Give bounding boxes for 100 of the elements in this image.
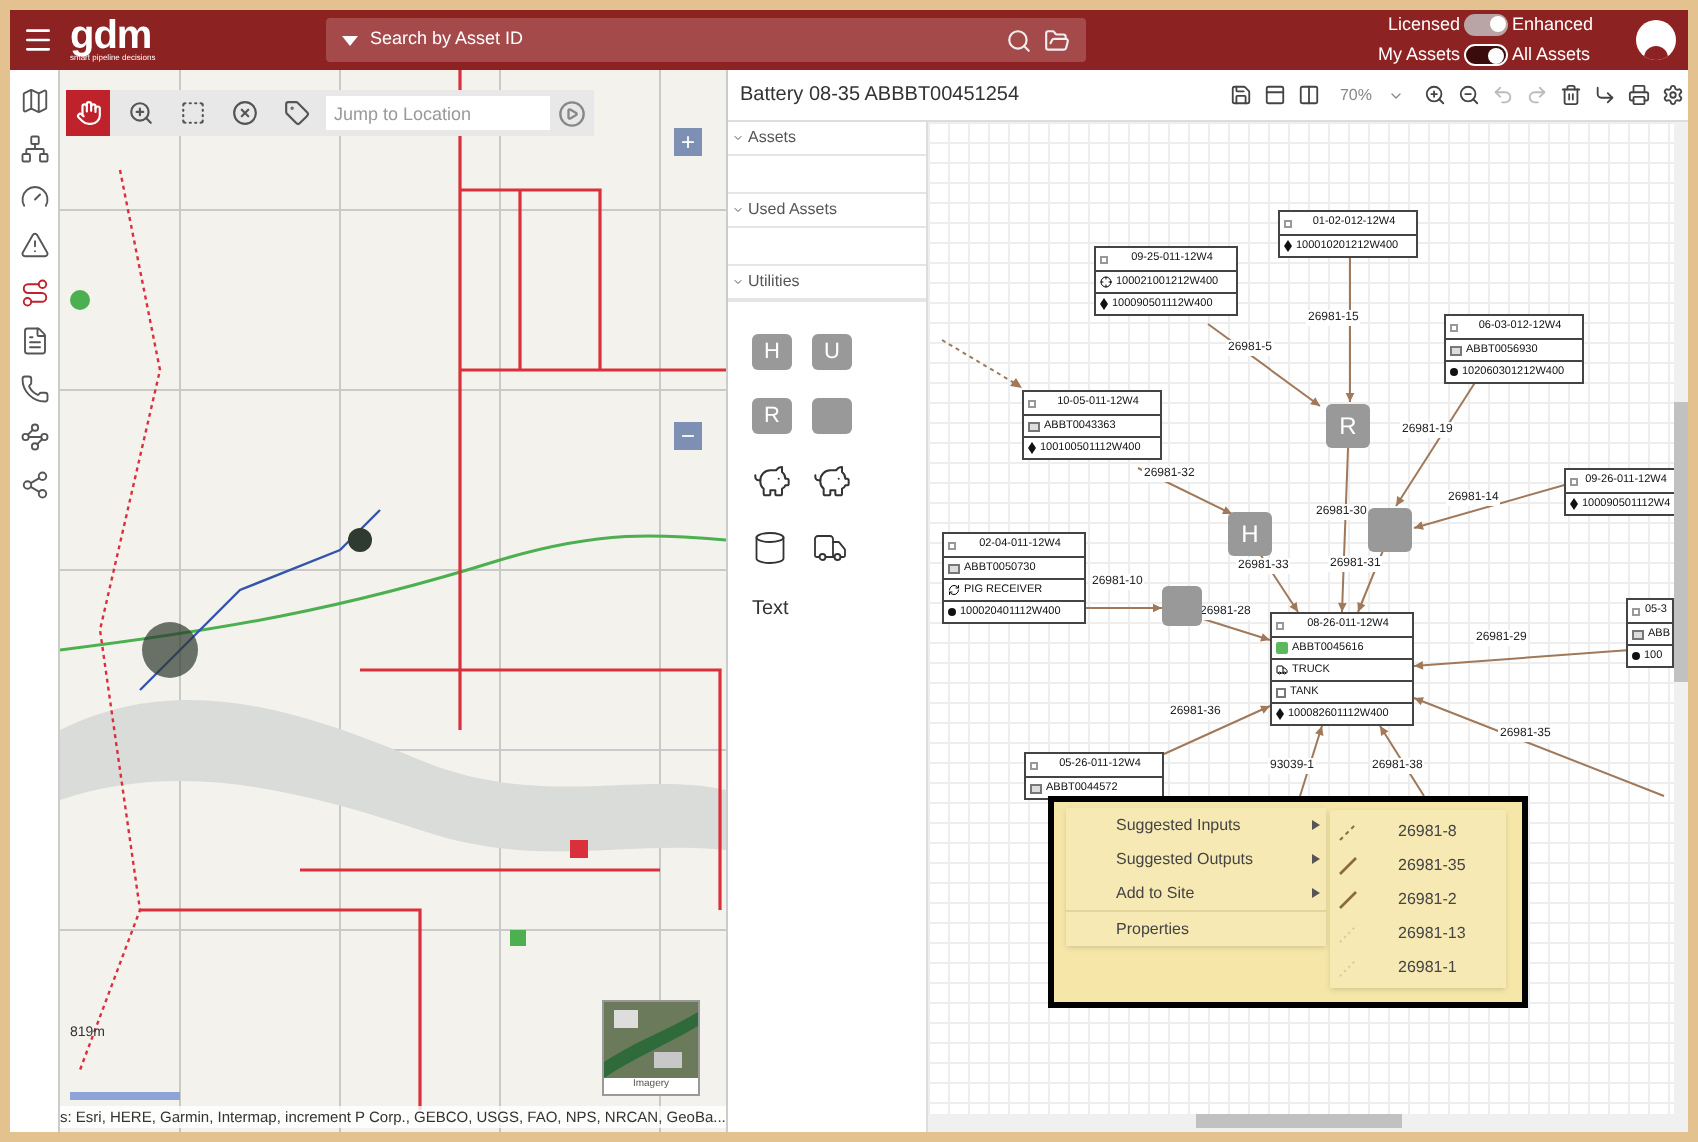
menu-item[interactable]: Suggested Outputs [1066, 842, 1326, 876]
utility-tile[interactable] [812, 398, 852, 434]
caret-icon [342, 35, 358, 45]
gauge-icon[interactable] [19, 182, 49, 212]
chevron-down-icon [732, 132, 744, 144]
battery-icon [1276, 642, 1288, 654]
tank-icon[interactable] [752, 530, 788, 566]
zoom-out-icon[interactable] [1458, 84, 1480, 106]
well-icon [1100, 298, 1108, 310]
meter-icon [1028, 421, 1040, 431]
clear-icon [231, 100, 257, 126]
connector-icon[interactable] [1594, 84, 1616, 106]
text-tool[interactable]: Text [752, 594, 872, 624]
go-icon[interactable] [558, 99, 586, 127]
scale-bar [70, 1092, 180, 1100]
menu-item[interactable]: Suggested Inputs [1066, 808, 1326, 842]
pig-icon[interactable] [812, 462, 852, 502]
tag-icon [283, 100, 309, 126]
search-field[interactable]: Search by Asset ID [326, 18, 1086, 62]
search-input[interactable]: Search by Asset ID [370, 26, 994, 54]
phone-icon[interactable] [19, 374, 49, 404]
submenu-arrow-icon [1312, 888, 1320, 898]
connector-arrow [1163, 705, 1271, 755]
select-box-icon [179, 100, 205, 126]
vertical-scrollbar[interactable] [1674, 122, 1688, 1114]
node-icon [1028, 399, 1036, 407]
tank-icon [1276, 687, 1286, 697]
map-icon[interactable] [19, 86, 49, 116]
section-header[interactable]: Assets [728, 122, 926, 156]
location-field[interactable]: Jump to Location [326, 96, 550, 130]
section-header[interactable]: Used Assets [728, 194, 926, 228]
preview-icon[interactable] [1263, 84, 1286, 106]
route-icon[interactable] [19, 278, 49, 308]
folder-icon[interactable] [1044, 27, 1070, 53]
menu-item[interactable]: 26981-8 [1330, 814, 1506, 848]
well-icon [1570, 498, 1578, 510]
submenu-arrow-icon [1312, 854, 1320, 864]
submenu-arrow-icon [1312, 820, 1320, 830]
utility-node[interactable] [1368, 508, 1412, 552]
pig-icon[interactable] [752, 462, 792, 502]
meter-icon [1030, 783, 1042, 793]
toggle-label: My Assets [1377, 42, 1460, 68]
diagram-title: Battery 08-35 ABBBT00451254 [740, 82, 1022, 110]
chevron-down-icon [732, 204, 744, 216]
print-icon[interactable] [1628, 84, 1650, 106]
save-icon[interactable] [1229, 84, 1252, 106]
horizontal-scrollbar[interactable] [928, 1114, 1688, 1132]
node-icon [1284, 219, 1292, 227]
meter-icon [1450, 345, 1462, 355]
menu-item[interactable]: Add to Site [1066, 876, 1326, 910]
node-icon [1030, 761, 1038, 769]
logo: gdm [70, 18, 152, 54]
well-icon [1284, 240, 1292, 252]
node-icon [1570, 477, 1578, 485]
network-icon[interactable] [19, 134, 49, 164]
section-header[interactable]: Utilities [728, 266, 926, 300]
waypoints-icon[interactable] [19, 422, 49, 452]
document-icon[interactable] [19, 326, 49, 356]
node-icon [1100, 255, 1108, 263]
menu-icon[interactable] [22, 24, 54, 56]
dashed-connector [941, 339, 1022, 388]
pig-icon [948, 584, 960, 596]
utility-node[interactable] [1162, 586, 1202, 626]
crosshair-icon [1100, 276, 1112, 288]
meter-icon [1632, 629, 1644, 639]
node-icon [1276, 621, 1284, 629]
connector-arrow [1085, 603, 1163, 613]
menu-item[interactable]: 26981-13 [1330, 916, 1506, 950]
menu-item[interactable]: 26981-35 [1330, 848, 1506, 882]
warning-icon[interactable] [19, 230, 49, 260]
zoom-in-icon [127, 100, 153, 126]
section-label: Assets [748, 126, 797, 150]
delete-icon[interactable] [1560, 84, 1582, 106]
basemap-preview-icon [604, 1002, 698, 1078]
well-icon [1276, 708, 1284, 720]
zoom-select[interactable]: 70% [1331, 83, 1412, 107]
avatar[interactable] [1636, 20, 1676, 60]
truck-icon[interactable] [812, 530, 848, 566]
chevron-down-icon [732, 276, 744, 288]
toggle-switch[interactable] [1464, 44, 1508, 67]
menu-item[interactable]: Properties [1066, 912, 1326, 946]
hand-icon [75, 100, 101, 126]
node-icon [948, 541, 956, 549]
section-label: Utilities [748, 270, 800, 294]
menu-item[interactable]: 26981-2 [1330, 882, 1506, 916]
toggle-label: All Assets [1512, 42, 1593, 68]
node-icon [1450, 323, 1458, 331]
well-icon [1028, 442, 1036, 454]
menu-item[interactable]: 26981-1 [1330, 950, 1506, 984]
search-icon[interactable] [1006, 27, 1032, 53]
section-label: Used Assets [748, 198, 837, 222]
meter-icon [948, 563, 960, 573]
settings-icon[interactable] [1662, 84, 1684, 106]
share-icon[interactable] [19, 470, 49, 500]
map-tool-button[interactable] [66, 90, 110, 136]
toggle-label: Licensed [1387, 11, 1460, 37]
layout-icon[interactable] [1297, 84, 1320, 106]
zoom-in-icon[interactable] [1424, 84, 1446, 106]
truck-icon [1276, 664, 1288, 676]
node-icon [1632, 607, 1640, 615]
